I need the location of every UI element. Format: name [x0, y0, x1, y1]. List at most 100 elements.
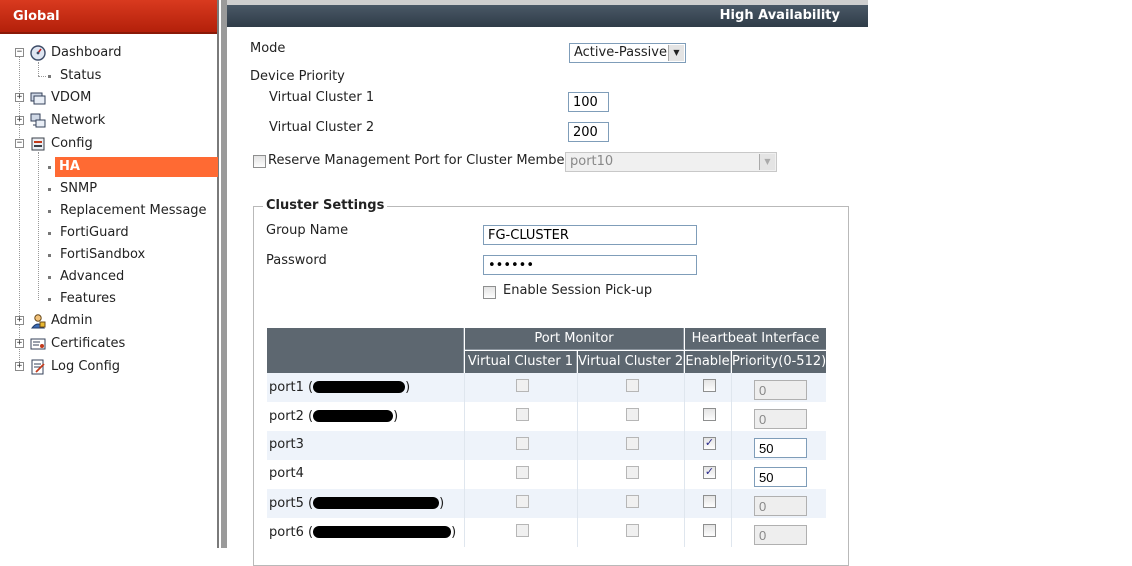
table-row: port2 ()	[267, 402, 826, 431]
network-icon	[30, 113, 46, 128]
sidebar-item-ha[interactable]: HA	[0, 157, 218, 177]
sidebar-item-features[interactable]: Features	[0, 289, 218, 309]
vc2-priority-label: Virtual Cluster 2	[269, 120, 375, 135]
redacted-text	[313, 526, 452, 538]
redacted-text	[313, 497, 440, 509]
expand-icon[interactable]: +	[15, 316, 24, 325]
admin-icon	[30, 314, 46, 329]
vc2-monitor-checkbox[interactable]	[626, 524, 639, 537]
expand-icon[interactable]: +	[15, 339, 24, 348]
port-name: port5 ()	[269, 496, 445, 511]
checkmark-icon: ✓	[704, 465, 715, 478]
heartbeat-priority-input[interactable]	[754, 438, 807, 458]
sidebar: Global − Dashboard Status + VDOM + Netwo…	[0, 0, 219, 548]
sidebar-item-fortisandbox[interactable]: FortiSandbox	[0, 245, 218, 265]
sidebar-item-label: Network	[51, 113, 106, 128]
table-row: port1 ()	[267, 373, 826, 402]
port-name: port3	[269, 437, 304, 452]
port-name: port4	[269, 466, 304, 481]
password-label: Password	[266, 253, 327, 268]
device-priority-label: Device Priority	[250, 69, 345, 84]
vc1-priority-label: Virtual Cluster 1	[269, 90, 375, 105]
heartbeat-header: Heartbeat Interface	[685, 328, 826, 350]
heartbeat-priority-input[interactable]	[754, 409, 807, 429]
sidebar-item-label: FortiSandbox	[60, 247, 146, 262]
vdom-icon	[30, 92, 46, 105]
sidebar-item-label: HA	[59, 159, 80, 174]
port-column-header	[267, 328, 464, 373]
sidebar-item-advanced[interactable]: Advanced	[0, 267, 218, 287]
certificates-icon	[30, 338, 46, 350]
reserve-mgmt-port-label: Reserve Management Port for Cluster Memb…	[268, 153, 570, 168]
vc1-monitor-checkbox[interactable]	[516, 408, 529, 421]
session-pickup-label: Enable Session Pick-up	[503, 283, 653, 298]
heartbeat-enable-checkbox[interactable]: ✓	[703, 466, 716, 479]
sidebar-item-label: Replacement Message	[60, 203, 207, 218]
vc2-column-header: Virtual Cluster 2	[578, 351, 684, 373]
session-pickup-checkbox[interactable]	[483, 286, 496, 299]
vc1-monitor-checkbox[interactable]	[516, 524, 529, 537]
collapse-icon[interactable]: −	[15, 139, 24, 148]
heartbeat-enable-checkbox[interactable]	[703, 379, 716, 392]
vc1-column-header: Virtual Cluster 1	[465, 351, 577, 373]
reserve-port-value: port10	[570, 154, 614, 169]
expand-icon[interactable]: +	[15, 362, 24, 371]
vc1-priority-input[interactable]	[568, 92, 609, 112]
table-row: port3 ✓	[267, 431, 826, 460]
vc2-priority-input[interactable]	[568, 122, 609, 142]
sidebar-item-label: Advanced	[60, 269, 125, 284]
sidebar-item-label: FortiGuard	[60, 225, 129, 240]
redacted-text	[313, 410, 394, 422]
vc2-monitor-checkbox[interactable]	[626, 379, 639, 392]
vc2-monitor-checkbox[interactable]	[626, 495, 639, 508]
page-title: High Availability	[227, 5, 868, 27]
password-input[interactable]	[483, 255, 697, 275]
main-panel: High Availability Mode Active-Passive ▼ …	[227, 0, 868, 566]
checkmark-icon: ✓	[704, 436, 715, 449]
expand-icon[interactable]: +	[15, 93, 24, 102]
expand-icon[interactable]: +	[15, 116, 24, 125]
dashboard-icon	[30, 45, 46, 61]
chevron-down-icon: ▼	[668, 45, 684, 61]
group-name-input[interactable]	[483, 225, 697, 245]
heartbeat-priority-input[interactable]	[754, 467, 807, 487]
sidebar-item-status[interactable]: Status	[0, 66, 218, 86]
heartbeat-enable-checkbox[interactable]	[703, 495, 716, 508]
mode-select[interactable]: Active-Passive ▼	[569, 43, 686, 63]
sidebar-item-snmp[interactable]: SNMP	[0, 179, 218, 199]
sidebar-item-label: Dashboard	[51, 45, 122, 60]
sidebar-item-label: Certificates	[51, 336, 126, 351]
vc1-monitor-checkbox[interactable]	[516, 437, 529, 450]
heartbeat-enable-checkbox[interactable]	[703, 408, 716, 421]
selected-item-highlight: HA	[55, 157, 218, 177]
collapse-icon[interactable]: −	[15, 48, 24, 57]
sidebar-item-label: Status	[60, 68, 102, 83]
vc2-monitor-checkbox[interactable]	[626, 408, 639, 421]
table-row: port6 ()	[267, 518, 826, 547]
reserve-port-select[interactable]: port10 ▼	[565, 152, 777, 172]
heartbeat-priority-input[interactable]	[754, 496, 807, 516]
port-name: port6 ()	[269, 525, 457, 540]
reserve-mgmt-port-checkbox[interactable]	[253, 155, 266, 168]
vc2-monitor-checkbox[interactable]	[626, 437, 639, 450]
mode-label: Mode	[250, 41, 286, 56]
heartbeat-enable-checkbox[interactable]	[703, 524, 716, 537]
heartbeat-priority-input[interactable]	[754, 525, 807, 545]
log-config-icon	[31, 359, 45, 375]
heartbeat-priority-input[interactable]	[754, 380, 807, 400]
sidebar-item-label: Config	[51, 136, 93, 151]
sidebar-item-label: VDOM	[51, 90, 92, 105]
vc1-monitor-checkbox[interactable]	[516, 495, 529, 508]
sidebar-item-fortiguard[interactable]: FortiGuard	[0, 223, 218, 243]
sidebar-item-replacement-message[interactable]: Replacement Message	[0, 201, 218, 221]
enable-column-header: Enable	[685, 351, 731, 373]
vc1-monitor-checkbox[interactable]	[516, 466, 529, 479]
vc2-monitor-checkbox[interactable]	[626, 466, 639, 479]
table-row: port5 ()	[267, 489, 826, 518]
vc1-monitor-checkbox[interactable]	[516, 379, 529, 392]
priority-column-header: Priority(0-512)	[732, 351, 826, 373]
heartbeat-enable-checkbox[interactable]: ✓	[703, 437, 716, 450]
mode-select-value: Active-Passive	[574, 45, 667, 60]
sidebar-item-label: SNMP	[60, 181, 98, 196]
cluster-settings-legend: Cluster Settings	[263, 198, 388, 213]
